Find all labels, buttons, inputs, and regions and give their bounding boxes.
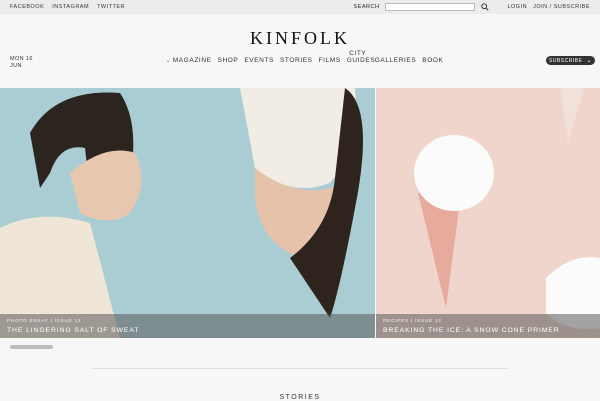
chevron-down-icon: ⌄	[166, 58, 171, 64]
login-link[interactable]: LOGIN	[507, 4, 527, 10]
nav-city-label: CITY	[349, 50, 367, 57]
nav-films[interactable]: FILMS	[319, 57, 341, 64]
nav-book[interactable]: BOOK	[422, 57, 443, 64]
hero-photo-image	[0, 88, 375, 338]
instagram-link[interactable]: INSTAGRAM	[52, 4, 89, 10]
hero-tile-recipes[interactable]: RECIPES | ISSUE 12 BREAKING THE ICE: A S…	[376, 88, 600, 338]
hero-caption: RECIPES | ISSUE 12 BREAKING THE ICE: A S…	[376, 314, 600, 338]
search-input[interactable]	[385, 3, 476, 11]
hero-kicker: PHOTO ESSAY | ISSUE 12	[7, 319, 82, 324]
join-subscribe-link[interactable]: JOIN / SUBSCRIBE	[533, 4, 590, 10]
nav-events[interactable]: EVENTS	[244, 57, 274, 64]
hero-tile-photo-essay[interactable]: PHOTO ESSAY | ISSUE 12 THE LINGERING SAL…	[0, 88, 375, 338]
date-display: MON 16 JUN	[10, 56, 33, 70]
top-bar: FACEBOOK INSTAGRAM TWITTER SEARCH LOGIN …	[0, 0, 600, 14]
search-icon[interactable]	[481, 3, 490, 11]
nav-city-guides[interactable]: CITY GUIDES	[346, 50, 376, 64]
hero-caption: PHOTO ESSAY | ISSUE 12 THE LINGERING SAL…	[0, 314, 375, 338]
twitter-link[interactable]: TWITTER	[97, 4, 125, 10]
nav-shop[interactable]: SHOP	[218, 57, 239, 64]
subscribe-button[interactable]: SUBSCRIBE ⌄	[546, 56, 595, 65]
nav-guides-label: GUIDES	[346, 57, 376, 64]
nav-stories[interactable]: STORIES	[280, 57, 313, 64]
hero-snowcone-image	[376, 88, 600, 338]
nav-magazine-label: MAGAZINE	[172, 57, 212, 64]
main-nav: ⌄ MAGAZINE SHOP EVENTS STORIES FILMS CITY…	[166, 50, 443, 65]
date-day: MON 16	[10, 56, 33, 62]
hero-carousel: PHOTO ESSAY | ISSUE 12 THE LINGERING SAL…	[0, 88, 600, 338]
date-month: JUN	[10, 63, 22, 69]
search-label: SEARCH	[353, 4, 380, 10]
nav-galleries[interactable]: GALLERIES	[375, 57, 417, 64]
site-logo[interactable]: KINFOLK	[0, 28, 600, 49]
nav-magazine[interactable]: ⌄ MAGAZINE	[166, 57, 212, 65]
social-links: FACEBOOK INSTAGRAM TWITTER	[10, 4, 125, 10]
hero-title[interactable]: THE LINGERING SALT OF SWEAT	[7, 327, 139, 334]
section-divider	[92, 368, 508, 369]
chevron-down-icon: ⌄	[586, 58, 592, 64]
carousel-scrollbar[interactable]	[10, 345, 53, 349]
account-area: SEARCH LOGIN JOIN / SUBSCRIBE	[354, 3, 590, 11]
subscribe-label: SUBSCRIBE	[549, 57, 583, 64]
facebook-link[interactable]: FACEBOOK	[10, 4, 44, 10]
hero-kicker: RECIPES | ISSUE 12	[383, 319, 442, 324]
hero-title[interactable]: BREAKING THE ICE: A SNOW CONE PRIMER	[383, 327, 560, 334]
